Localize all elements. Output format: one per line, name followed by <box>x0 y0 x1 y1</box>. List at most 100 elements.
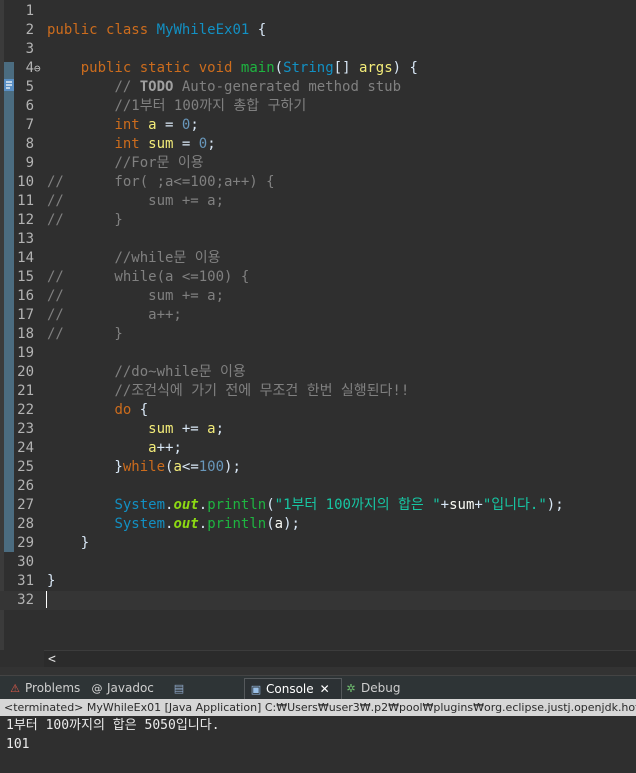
line-number: 32 <box>17 592 34 608</box>
line-number: 10 <box>17 174 34 190</box>
code-line[interactable]: 30 <box>0 553 636 572</box>
code-line[interactable]: 9 //For문 이용 <box>0 154 636 173</box>
code-line[interactable]: 8 int sum = 0; <box>0 135 636 154</box>
line-number: 9 <box>25 155 34 171</box>
tab-javadoc[interactable]: @ Javadoc <box>86 678 168 700</box>
line-number: 22 <box>17 402 34 418</box>
line-number: 28 <box>17 516 34 532</box>
text-caret <box>46 591 47 608</box>
code-text: //while문 이용 <box>114 250 221 266</box>
tab-label: Debug <box>361 681 401 695</box>
code-text: int a = 0; <box>114 117 199 133</box>
code-text: }while(a<=100); <box>47 459 241 475</box>
debug-icon: ✲ <box>346 682 356 695</box>
fold-toggle-icon[interactable]: ⊖ <box>34 59 41 78</box>
line-number: 1 <box>25 3 34 19</box>
code-text: //do~while문 이용 <box>114 364 246 380</box>
tab-declaration[interactable]: ▤Declaration <box>168 678 246 716</box>
line-number: 20 <box>17 364 34 380</box>
code-text: } <box>47 535 90 551</box>
code-text: // sum += a; <box>47 288 225 304</box>
code-line[interactable]: 26 <box>0 477 636 496</box>
code-text: // a++; <box>47 307 182 323</box>
code-line[interactable]: 1 <box>0 2 636 21</box>
code-text: sum += a; <box>148 421 225 437</box>
code-line[interactable]: 10 // for( ;a<=100;a++) { <box>0 173 636 192</box>
code-line[interactable]: 23 sum += a; <box>0 420 636 439</box>
tab-console[interactable]: ▣ Console ✕ <box>244 678 342 701</box>
code-line[interactable]: 22 do { <box>0 401 636 420</box>
code-line[interactable]: 4 ⊖ public static void main(String[] args… <box>0 59 636 78</box>
line-number: 15 <box>17 269 34 285</box>
code-text: } <box>47 573 56 589</box>
panel-divider[interactable] <box>0 667 636 675</box>
tab-problems[interactable]: ⚠ Problems <box>4 678 86 700</box>
line-number: 21 <box>17 383 34 399</box>
horizontal-scrollbar[interactable]: < <box>44 650 636 668</box>
console-icon: ▣ <box>250 683 262 696</box>
code-line[interactable]: 25 }while(a<=100); <box>0 458 636 477</box>
code-text: // sum += a; <box>47 193 225 209</box>
scroll-left-arrow-icon[interactable]: < <box>48 651 56 668</box>
code-line[interactable]: 17 // a++; <box>0 306 636 325</box>
line-number: 24 <box>17 440 34 456</box>
code-line[interactable]: 18 // } <box>0 325 636 344</box>
code-line[interactable]: 3 <box>0 40 636 59</box>
console-status-line: <terminated> MyWhileEx01 [Java Applicati… <box>0 699 636 716</box>
code-line[interactable]: 27 System.out.println("1부터 100까지의 합은 "+s… <box>0 496 636 515</box>
code-line[interactable]: 12 // } <box>0 211 636 230</box>
line-number: 4 <box>25 60 34 76</box>
code-line[interactable]: 13 <box>0 230 636 249</box>
line-number: 13 <box>17 231 34 247</box>
line-number: 16 <box>17 288 34 304</box>
code-text: // for( ;a<=100;a++) { <box>47 174 275 190</box>
line-number: 23 <box>17 421 34 437</box>
line-number: 2 <box>25 22 34 38</box>
code-text: a++; <box>148 440 182 456</box>
line-number: 18 <box>17 326 34 342</box>
declaration-icon: ▤ <box>173 682 185 695</box>
code-line[interactable]: 31} <box>0 572 636 591</box>
line-number: 17 <box>17 307 34 323</box>
line-number: 12 <box>17 212 34 228</box>
tab-label: Javadoc <box>107 681 154 695</box>
tab-debug[interactable]: ✲ Debug <box>340 678 410 700</box>
line-number: 11 <box>17 193 34 209</box>
code-line[interactable]: 21 //조건식에 가기 전에 무조건 한번 실행된다!! <box>0 382 636 401</box>
code-text: // TODO Auto-generated method stub <box>114 79 402 95</box>
code-editor[interactable]: 1 2 public class MyWhileEx01 {3 4 ⊖ public s… <box>0 0 636 650</box>
view-tab-bar: ⚠ Problems @ Javadoc ▤Declaration ▣ Console ✕ ✲ D… <box>0 675 636 716</box>
code-text: public class MyWhileEx01 { <box>47 22 267 38</box>
line-number: 8 <box>25 136 34 152</box>
code-line[interactable]: 20 //do~while문 이용 <box>0 363 636 382</box>
console-output[interactable]: 1부터 100까지의 합은 5050입니다. 101 <box>0 716 636 773</box>
line-number: 19 <box>17 345 34 361</box>
line-number: 25 <box>17 459 34 475</box>
code-line[interactable]: 2 public class MyWhileEx01 { <box>0 21 636 40</box>
code-line[interactable]: 28 System.out.println(a); <box>0 515 636 534</box>
code-line[interactable]: 6 //1부터 100까지 총합 구하기 <box>0 97 636 116</box>
code-line[interactable]: 7 int a = 0; <box>0 116 636 135</box>
line-number: 27 <box>17 497 34 513</box>
code-line[interactable]: 19 <box>0 344 636 363</box>
code-line[interactable]: 11 // sum += a; <box>0 192 636 211</box>
code-text: do { <box>114 402 149 418</box>
line-number: 29 <box>17 535 34 551</box>
line-number: 7 <box>25 117 34 133</box>
code-line[interactable]: 15 // while(a <=100) { <box>0 268 636 287</box>
javadoc-icon: @ <box>91 682 103 695</box>
code-line[interactable]: 16 // sum += a; <box>0 287 636 306</box>
code-line[interactable]: 32 <box>0 591 636 610</box>
code-line[interactable]: 14 //while문 이용 <box>0 249 636 268</box>
code-text: System.out.println(a); <box>114 516 300 532</box>
code-line[interactable]: 24 a++; <box>0 439 636 458</box>
close-icon[interactable]: ✕ <box>320 679 330 699</box>
code-line[interactable]: 29 } <box>0 534 636 553</box>
code-text: // while(a <=100) { <box>47 269 250 285</box>
tab-label: Problems <box>25 681 81 695</box>
code-line[interactable]: 5 // TODO Auto-generated method stub <box>0 78 636 97</box>
line-number: 26 <box>17 478 34 494</box>
task-marker-icon[interactable] <box>4 77 14 93</box>
console-output-line: 101 <box>6 737 30 752</box>
line-number: 6 <box>25 98 34 114</box>
